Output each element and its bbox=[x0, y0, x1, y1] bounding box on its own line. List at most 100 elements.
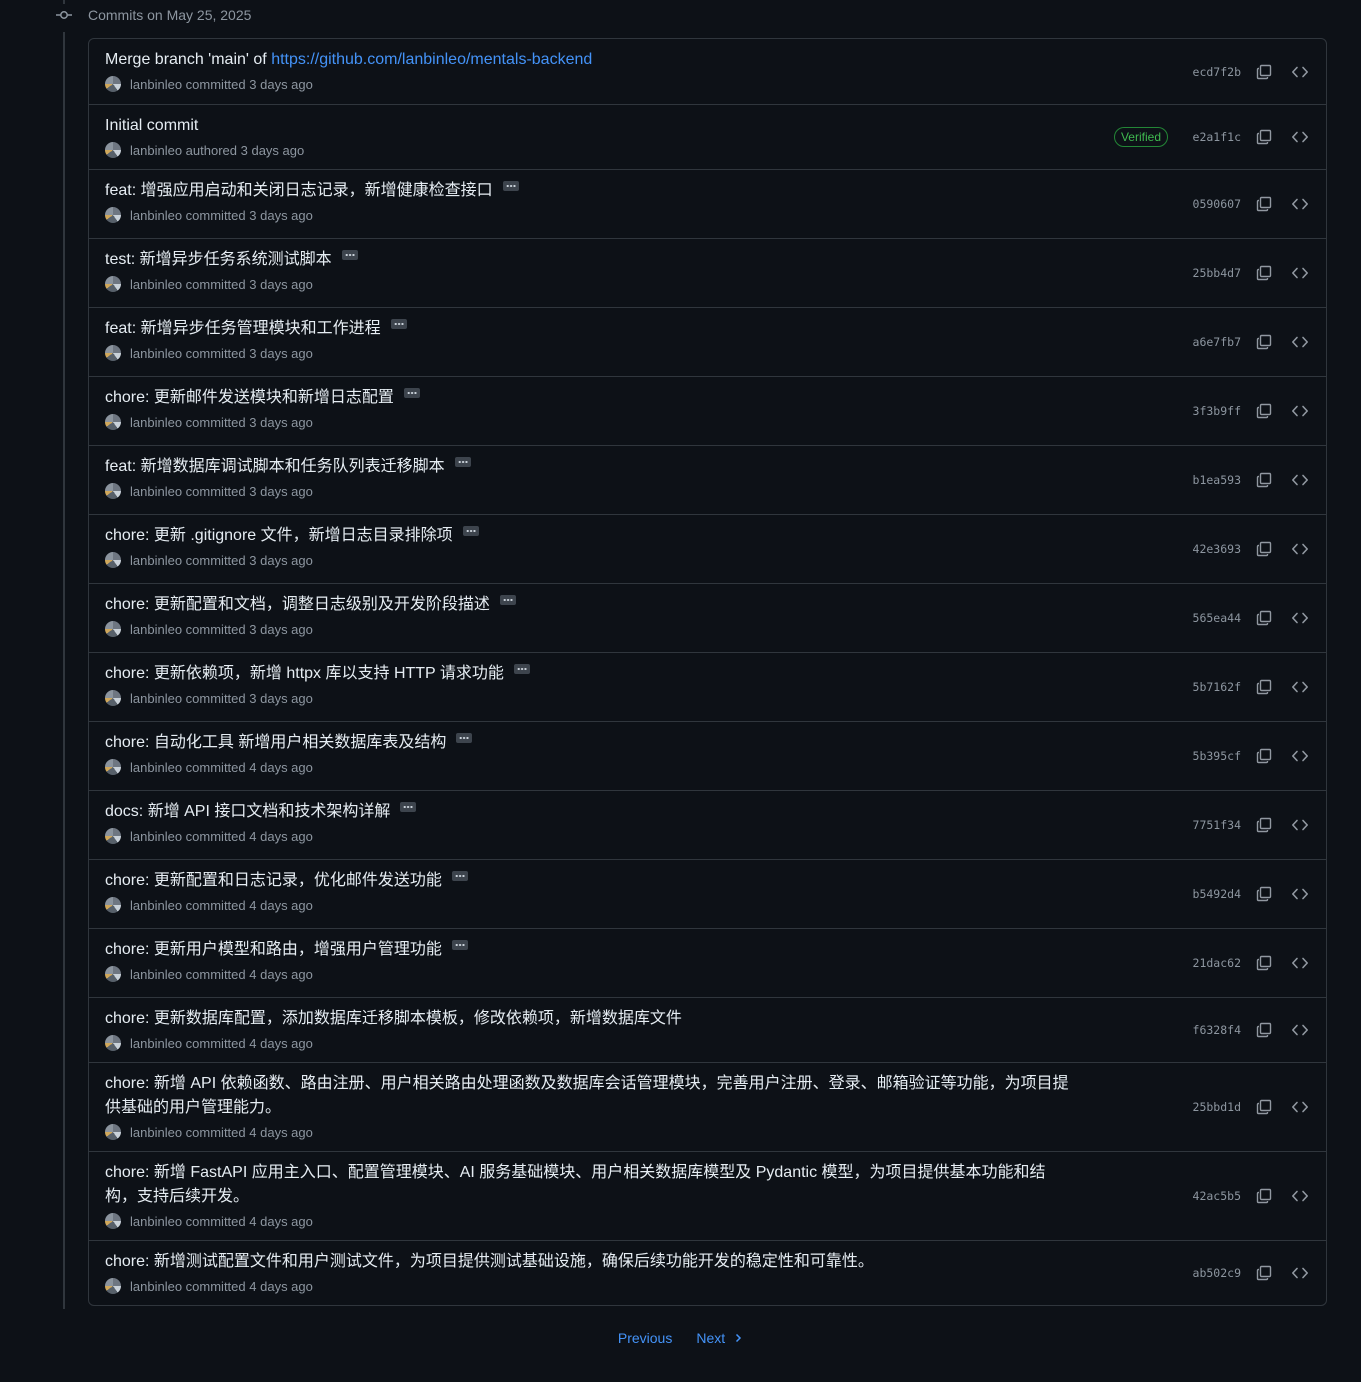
commit-title[interactable]: chore: 更新 .gitignore 文件，新增日志目录排除项 bbox=[105, 524, 1076, 548]
author-name[interactable]: lanbinleo bbox=[130, 208, 182, 223]
commit-message[interactable]: chore: 更新 .gitignore 文件，新增日志目录排除项 bbox=[105, 527, 453, 544]
avatar[interactable] bbox=[105, 759, 121, 775]
avatar[interactable] bbox=[105, 1035, 121, 1051]
commit-sha-link[interactable]: a6e7fb7 bbox=[1189, 335, 1241, 349]
commit-sha-link[interactable]: 5b395cf bbox=[1189, 749, 1241, 763]
expand-description-button[interactable] bbox=[513, 664, 530, 674]
commit-message[interactable]: chore: 更新用户模型和路由，增强用户管理功能 bbox=[105, 941, 442, 958]
browse-code-icon[interactable] bbox=[1290, 815, 1310, 835]
author-name[interactable]: lanbinleo bbox=[130, 691, 182, 706]
commit-message[interactable]: chore: 新增测试配置文件和用户测试文件，为项目提供测试基础设施，确保后续功… bbox=[105, 1253, 874, 1270]
commit-sha-link[interactable]: e2a1f1c bbox=[1189, 130, 1241, 144]
verified-badge[interactable]: Verified bbox=[1113, 127, 1168, 147]
copy-icon[interactable] bbox=[1254, 884, 1274, 904]
author-name[interactable]: lanbinleo bbox=[130, 1125, 182, 1140]
browse-code-icon[interactable] bbox=[1290, 332, 1310, 352]
author-name[interactable]: lanbinleo bbox=[130, 967, 182, 982]
copy-icon[interactable] bbox=[1254, 539, 1274, 559]
browse-code-icon[interactable] bbox=[1290, 608, 1310, 628]
author-name[interactable]: lanbinleo bbox=[130, 277, 182, 292]
browse-code-icon[interactable] bbox=[1290, 884, 1310, 904]
commit-sha-link[interactable]: 21dac62 bbox=[1189, 956, 1241, 970]
expand-description-button[interactable] bbox=[499, 595, 516, 605]
commit-message[interactable]: Merge branch 'main' of bbox=[105, 51, 271, 68]
expand-description-button[interactable] bbox=[451, 871, 468, 881]
commit-title[interactable]: Initial commit bbox=[105, 114, 1076, 138]
browse-code-icon[interactable] bbox=[1290, 746, 1310, 766]
commit-title[interactable]: test: 新增异步任务系统测试脚本 bbox=[105, 248, 1076, 272]
next-page-button[interactable]: Next bbox=[696, 1330, 743, 1346]
expand-description-button[interactable] bbox=[403, 388, 420, 398]
commit-sha-link[interactable]: b1ea593 bbox=[1189, 473, 1241, 487]
commit-title[interactable]: chore: 更新邮件发送模块和新增日志配置 bbox=[105, 386, 1076, 410]
browse-code-icon[interactable] bbox=[1290, 1097, 1310, 1117]
copy-icon[interactable] bbox=[1254, 1020, 1274, 1040]
expand-description-button[interactable] bbox=[400, 802, 417, 812]
avatar[interactable] bbox=[105, 690, 121, 706]
commit-message[interactable]: feat: 增强应用启动和关闭日志记录，新增健康检查接口 bbox=[105, 182, 493, 199]
browse-code-icon[interactable] bbox=[1290, 62, 1310, 82]
copy-icon[interactable] bbox=[1254, 62, 1274, 82]
avatar[interactable] bbox=[105, 1213, 121, 1229]
author-name[interactable]: lanbinleo bbox=[130, 1279, 182, 1294]
commit-sha-link[interactable]: f6328f4 bbox=[1189, 1023, 1241, 1037]
avatar[interactable] bbox=[105, 828, 121, 844]
commit-title[interactable]: chore: 更新用户模型和路由，增强用户管理功能 bbox=[105, 938, 1076, 962]
commit-title[interactable]: feat: 增强应用启动和关闭日志记录，新增健康检查接口 bbox=[105, 179, 1076, 203]
browse-code-icon[interactable] bbox=[1290, 1186, 1310, 1206]
expand-description-button[interactable] bbox=[462, 526, 479, 536]
commit-sha-link[interactable]: 7751f34 bbox=[1189, 818, 1241, 832]
author-name[interactable]: lanbinleo bbox=[130, 1214, 182, 1229]
browse-code-icon[interactable] bbox=[1290, 953, 1310, 973]
commit-title[interactable]: chore: 新增 API 依赖函数、路由注册、用户相关路由处理函数及数据库会话… bbox=[105, 1072, 1076, 1120]
commit-message-link[interactable]: https://github.com/lanbinleo/mentals-bac… bbox=[271, 51, 592, 68]
author-name[interactable]: lanbinleo bbox=[130, 415, 182, 430]
previous-page-button[interactable]: Previous bbox=[618, 1330, 672, 1346]
expand-description-button[interactable] bbox=[454, 457, 471, 467]
avatar[interactable] bbox=[105, 621, 121, 637]
commit-title[interactable]: chore: 自动化工具 新增用户相关数据库表及结构 bbox=[105, 731, 1076, 755]
author-name[interactable]: lanbinleo bbox=[130, 77, 182, 92]
commit-title[interactable]: feat: 新增数据库调试脚本和任务队列表迁移脚本 bbox=[105, 455, 1076, 479]
commit-title[interactable]: chore: 更新依赖项，新增 httpx 库以支持 HTTP 请求功能 bbox=[105, 662, 1076, 686]
commit-message[interactable]: chore: 更新数据库配置，添加数据库迁移脚本模板，修改依赖项，新增数据库文件 bbox=[105, 1010, 682, 1027]
browse-code-icon[interactable] bbox=[1290, 194, 1310, 214]
copy-icon[interactable] bbox=[1254, 1097, 1274, 1117]
copy-icon[interactable] bbox=[1254, 194, 1274, 214]
commit-sha-link[interactable]: b5492d4 bbox=[1189, 887, 1241, 901]
avatar[interactable] bbox=[105, 276, 121, 292]
author-name[interactable]: lanbinleo bbox=[130, 1036, 182, 1051]
commit-message[interactable]: chore: 新增 API 依赖函数、路由注册、用户相关路由处理函数及数据库会话… bbox=[105, 1075, 1069, 1116]
copy-icon[interactable] bbox=[1254, 263, 1274, 283]
copy-icon[interactable] bbox=[1254, 677, 1274, 697]
copy-icon[interactable] bbox=[1254, 332, 1274, 352]
browse-code-icon[interactable] bbox=[1290, 539, 1310, 559]
avatar[interactable] bbox=[105, 552, 121, 568]
browse-code-icon[interactable] bbox=[1290, 401, 1310, 421]
browse-code-icon[interactable] bbox=[1290, 470, 1310, 490]
avatar[interactable] bbox=[105, 1278, 121, 1294]
avatar[interactable] bbox=[105, 483, 121, 499]
commit-title[interactable]: chore: 更新数据库配置，添加数据库迁移脚本模板，修改依赖项，新增数据库文件 bbox=[105, 1007, 1076, 1031]
author-name[interactable]: lanbinleo bbox=[130, 760, 182, 775]
browse-code-icon[interactable] bbox=[1290, 1263, 1310, 1283]
commit-message[interactable]: chore: 更新配置和文档，调整日志级别及开发阶段描述 bbox=[105, 596, 490, 613]
commit-sha-link[interactable]: 42e3693 bbox=[1189, 542, 1241, 556]
author-name[interactable]: lanbinleo bbox=[130, 346, 182, 361]
copy-icon[interactable] bbox=[1254, 953, 1274, 973]
commit-sha-link[interactable]: 25bb4d7 bbox=[1189, 266, 1241, 280]
commit-sha-link[interactable]: 42ac5b5 bbox=[1189, 1189, 1241, 1203]
expand-description-button[interactable] bbox=[390, 319, 407, 329]
avatar[interactable] bbox=[105, 897, 121, 913]
commit-sha-link[interactable]: ab502c9 bbox=[1189, 1266, 1241, 1280]
copy-icon[interactable] bbox=[1254, 746, 1274, 766]
commit-title[interactable]: chore: 更新配置和日志记录，优化邮件发送功能 bbox=[105, 869, 1076, 893]
copy-icon[interactable] bbox=[1254, 401, 1274, 421]
avatar[interactable] bbox=[105, 414, 121, 430]
copy-icon[interactable] bbox=[1254, 1186, 1274, 1206]
commit-sha-link[interactable]: ecd7f2b bbox=[1189, 65, 1241, 79]
commit-message[interactable]: test: 新增异步任务系统测试脚本 bbox=[105, 251, 332, 268]
avatar[interactable] bbox=[105, 1124, 121, 1140]
commit-sha-link[interactable]: 25bbd1d bbox=[1189, 1100, 1241, 1114]
commit-sha-link[interactable]: 5b7162f bbox=[1189, 680, 1241, 694]
